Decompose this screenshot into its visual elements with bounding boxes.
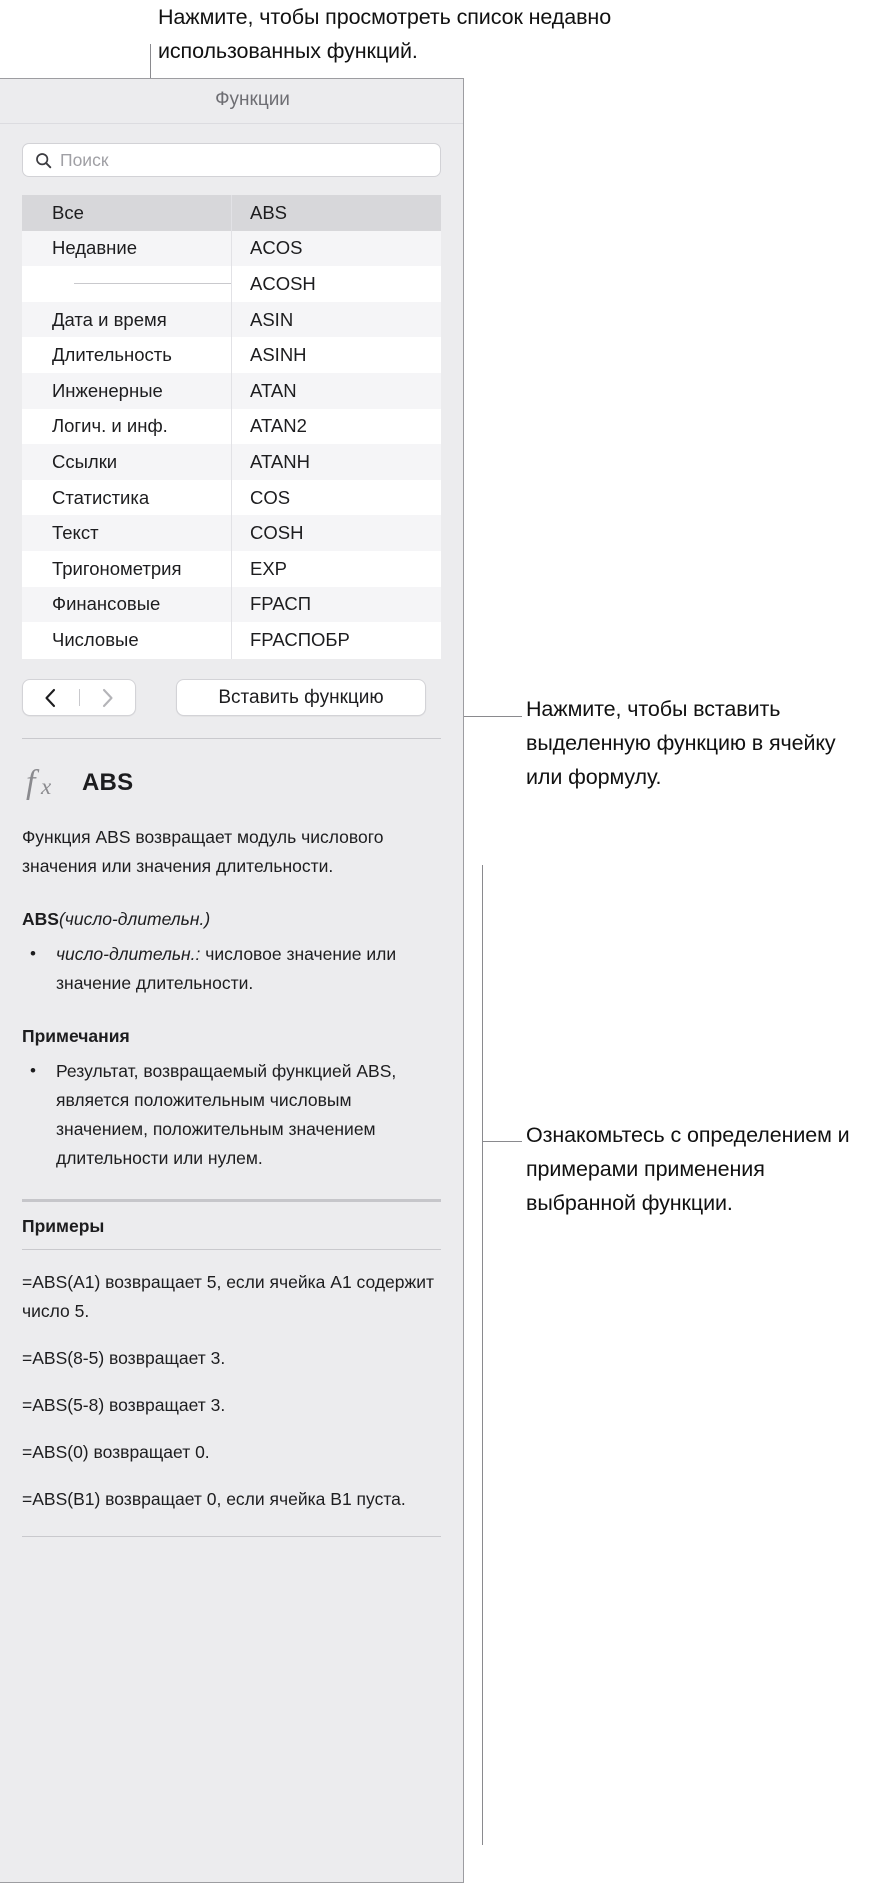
- panel-titlebar: Функции: [0, 79, 463, 124]
- category-item-numeric[interactable]: Числовые: [22, 622, 231, 658]
- notes-heading: Примечания: [22, 1026, 130, 1046]
- chevron-right-icon: [102, 688, 113, 707]
- callout-function-detail: Ознакомьтесь с определением и примерами …: [526, 1123, 850, 1215]
- category-label: Инженерные: [52, 379, 163, 401]
- function-label: ABS: [250, 201, 288, 223]
- category-item-duration[interactable]: Длительность: [22, 337, 231, 373]
- function-label: ACOSH: [250, 272, 316, 294]
- callout-leader-line-detail-vertical: [482, 865, 483, 1845]
- function-label: ATANH: [250, 450, 310, 472]
- function-signature: ABS(число-длительн.): [22, 905, 441, 934]
- example-item: =ABS(A1) возвращает 5, если ячейка A1 со…: [22, 1272, 435, 1321]
- category-label: Тригонометрия: [52, 557, 182, 579]
- note-item: Результат, возвращаемый функцией ABS, яв…: [22, 1056, 441, 1173]
- svg-text:x: x: [40, 774, 52, 799]
- function-label: COS: [250, 486, 291, 508]
- fx-icon: f x: [26, 764, 52, 801]
- category-item-financial[interactable]: Финансовые: [22, 586, 231, 623]
- function-item-asinh[interactable]: ASINH: [232, 337, 441, 373]
- argument-item: число-длительн.: числовое значение или з…: [22, 939, 441, 998]
- example-item: =ABS(0) возвращает 0.: [22, 1442, 210, 1462]
- function-item-atanh[interactable]: ATANH: [232, 444, 441, 480]
- function-label: COSH: [250, 522, 304, 544]
- example-item: =ABS(5-8) возвращает 3.: [22, 1395, 226, 1415]
- function-item-asin[interactable]: ASIN: [232, 301, 441, 338]
- functions-browser: Все Недавние Дата и время Длительность И…: [22, 195, 441, 659]
- category-label: Все: [52, 201, 84, 223]
- function-label: ATAN2: [250, 415, 307, 437]
- function-name: ABS: [82, 769, 134, 796]
- notes-list: Результат, возвращаемый функцией ABS, яв…: [22, 1056, 441, 1173]
- function-label: ASIN: [250, 308, 294, 330]
- function-item-acosh[interactable]: ACOSH: [232, 266, 441, 302]
- function-list[interactable]: ABS ACOS ACOSH ASIN ASINH ATAN ATAN2 ATA…: [232, 195, 441, 659]
- category-label: Дата и время: [52, 308, 167, 330]
- category-item-all[interactable]: Все: [22, 195, 231, 231]
- function-label: ATAN: [250, 379, 297, 401]
- function-description: Функция ABS возвращает модуль числового …: [22, 827, 384, 876]
- function-item-cosh[interactable]: COSH: [232, 515, 441, 551]
- panel-button-row: Вставить функцию: [22, 679, 441, 716]
- category-label: Текст: [52, 522, 99, 544]
- back-button[interactable]: [23, 680, 79, 715]
- function-item-fraspobr[interactable]: FРАСПОБР: [232, 622, 441, 658]
- examples-heading: Примеры: [22, 1216, 441, 1250]
- category-item-text[interactable]: Текст: [22, 515, 231, 551]
- argument-list: число-длительн.: числовое значение или з…: [22, 939, 441, 998]
- category-label: Длительность: [52, 344, 172, 366]
- category-item-engineering[interactable]: Инженерные: [22, 372, 231, 409]
- divider-line: [74, 283, 231, 285]
- functions-panel: Функции Поиск Все Недавние Дата и время: [0, 78, 464, 1883]
- category-item-trigonometry[interactable]: Тригонометрия: [22, 551, 231, 587]
- category-item-references[interactable]: Ссылки: [22, 444, 231, 480]
- function-label: EXP: [250, 557, 288, 579]
- function-item-cos[interactable]: COS: [232, 480, 441, 516]
- category-label: Недавние: [52, 237, 137, 259]
- example-item: =ABS(B1) возвращает 0, если ячейка B1 пу…: [22, 1489, 406, 1509]
- function-detail-header: f x ABS: [22, 761, 441, 805]
- callout-leader-line-insert: [464, 716, 522, 717]
- callout-insert-function: Нажмите, чтобы вставить выделенную функц…: [526, 697, 836, 789]
- example-item: =ABS(8-5) возвращает 3.: [22, 1348, 226, 1368]
- function-item-exp[interactable]: EXP: [232, 551, 441, 587]
- function-label: FРАСП: [250, 593, 311, 615]
- function-label: ASINH: [250, 344, 307, 366]
- insert-function-button[interactable]: Вставить функцию: [176, 679, 426, 716]
- function-label: ACOS: [250, 237, 303, 259]
- function-item-atan2[interactable]: ATAN2: [232, 409, 441, 445]
- category-label: Ссылки: [52, 450, 118, 472]
- forward-button[interactable]: [80, 680, 136, 715]
- function-label: FРАСПОБР: [250, 628, 350, 650]
- signature-name: ABS: [22, 909, 59, 929]
- category-label: Логич. и инф.: [52, 415, 168, 437]
- category-separator: [22, 266, 231, 302]
- search-placeholder: Поиск: [60, 149, 109, 170]
- search-area: Поиск: [0, 124, 463, 177]
- search-icon: [36, 152, 52, 168]
- category-list[interactable]: Все Недавние Дата и время Длительность И…: [22, 195, 232, 659]
- argument-term: число-длительн.:: [56, 944, 201, 964]
- function-detail-pane: f x ABS Функция ABS возвращает модуль чи…: [22, 738, 441, 1173]
- panel-title: Функции: [215, 89, 290, 110]
- category-item-logical-info[interactable]: Логич. и инф.: [22, 409, 231, 445]
- function-item-abs[interactable]: ABS: [232, 195, 441, 231]
- category-item-statistics[interactable]: Статистика: [22, 480, 231, 516]
- category-item-date-time[interactable]: Дата и время: [22, 301, 231, 338]
- function-item-atan[interactable]: ATAN: [232, 372, 441, 409]
- examples-section: Примеры =ABS(A1) возвращает 5, если ячей…: [22, 1199, 441, 1514]
- category-label: Статистика: [52, 486, 150, 508]
- function-item-frasp[interactable]: FРАСП: [232, 586, 441, 623]
- navigation-buttons[interactable]: [22, 679, 136, 716]
- function-item-acos[interactable]: ACOS: [232, 230, 441, 267]
- category-label: Финансовые: [52, 593, 161, 615]
- callout-recent-functions: Нажмите, чтобы просмотреть список недавн…: [158, 5, 612, 63]
- search-input[interactable]: Поиск: [22, 143, 441, 177]
- category-item-recent[interactable]: Недавние: [22, 230, 231, 267]
- category-label: Числовые: [52, 628, 139, 650]
- svg-text:f: f: [26, 764, 40, 801]
- examples-footer-divider: [22, 1536, 441, 1537]
- signature-args: (число-длительн.): [58, 909, 211, 929]
- callout-leader-line-detail: [482, 1141, 522, 1142]
- chevron-left-icon: [45, 688, 56, 707]
